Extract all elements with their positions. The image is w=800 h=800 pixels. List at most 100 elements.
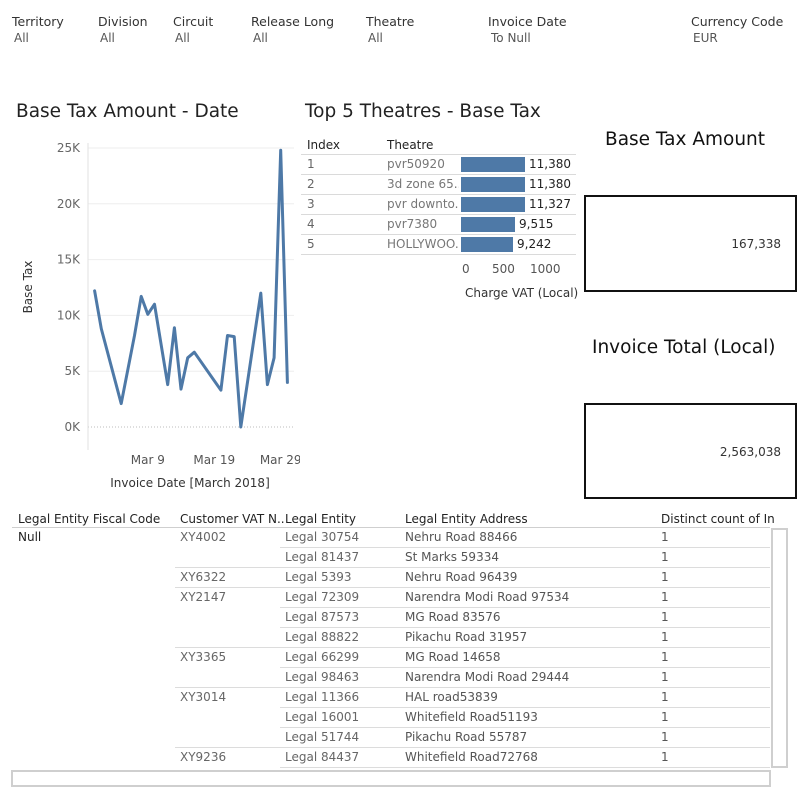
filter-invoice-date-value[interactable]: To Null: [491, 31, 531, 45]
top5-title: Top 5 Theatres - Base Tax: [305, 101, 541, 122]
table-header-rule: [12, 527, 770, 528]
top5-row[interactable]: 4 pvr7380 9,515: [301, 214, 576, 235]
table-row-divider: [175, 687, 770, 688]
kpi-base-tax-value: 167,338: [731, 237, 781, 251]
table-row-divider: [175, 647, 770, 648]
line-chart-x-axis-title: Invoice Date [March 2018]: [110, 476, 270, 490]
customer-vat-cell: XY2147: [180, 590, 227, 604]
top5-bottom-rule: [301, 254, 576, 255]
line-chart-y-tick-label: 5K: [64, 364, 81, 378]
col-header-legal-entity-address[interactable]: Legal Entity Address: [405, 512, 528, 526]
line-chart-x-ticks: Mar 9 Mar 19 Mar 29: [131, 453, 300, 467]
top5-row[interactable]: 1 pvr50920 11,380: [301, 154, 576, 175]
legal-entity-address-cell: Whitefield Road51193: [405, 710, 538, 724]
top5-axis-tick: 1000: [530, 262, 561, 276]
line-chart[interactable]: 0K 5K 10K 15K 20K 25K Mar 9 Mar 19 Mar 29 Base …: [0, 135, 300, 495]
filter-release-long-value[interactable]: All: [253, 31, 268, 45]
legal-entity-address-cell: St Marks 59334: [405, 550, 499, 564]
top5-bar[interactable]: [461, 197, 525, 212]
kpi-invoice-total-value: 2,563,038: [719, 445, 781, 459]
top5-bar-value: 11,327: [529, 197, 571, 211]
legal-entity-cell: Legal 51744: [285, 730, 360, 744]
distinct-count-cell: 1: [661, 750, 669, 764]
table-row-divider: [280, 667, 770, 668]
filter-release-long-label: Release Long: [251, 14, 335, 29]
filter-circuit-value[interactable]: All: [175, 31, 190, 45]
legal-entity-cell: Legal 88822: [285, 630, 360, 644]
filter-division-value[interactable]: All: [100, 31, 115, 45]
distinct-count-cell: 1: [661, 570, 669, 584]
top5-axis-title: Charge VAT (Local): [465, 286, 579, 300]
legal-entity-address-cell: Nehru Road 88466: [405, 530, 518, 544]
distinct-count-cell: 1: [661, 690, 669, 704]
distinct-count-cell: 1: [661, 630, 669, 644]
legal-entity-address-cell: MG Road 83576: [405, 610, 501, 624]
top5-row[interactable]: 3 pvr downto.. 11,327: [301, 194, 576, 215]
distinct-count-cell: 1: [661, 590, 669, 604]
legal-entity-cell: Legal 98463: [285, 670, 360, 684]
top5-row[interactable]: 5 HOLLYWOO.. 9,242: [301, 234, 576, 255]
legal-entity-cell: Legal 16001: [285, 710, 360, 724]
col-header-legal-entity[interactable]: Legal Entity: [285, 512, 356, 526]
legal-entity-address-cell: HAL road53839: [405, 690, 498, 704]
vertical-scrollbar[interactable]: [771, 528, 788, 768]
distinct-count-cell: 1: [661, 550, 669, 564]
top5-bar-value: 11,380: [529, 177, 571, 191]
legal-entity-address-cell: Nehru Road 96439: [405, 570, 518, 584]
legal-entity-cell: Legal 87573: [285, 610, 360, 624]
customer-vat-cell: XY6322: [180, 570, 227, 584]
horizontal-scrollbar[interactable]: [11, 770, 771, 787]
kpi-invoice-total-card[interactable]: 2,563,038: [584, 403, 797, 499]
top5-row-index: 1: [307, 157, 315, 171]
line-chart-series-line: [93, 148, 289, 429]
top5-row-theatre: pvr50920: [387, 157, 445, 171]
top5-bar[interactable]: [461, 217, 515, 232]
legal-entity-cell: Legal 5393: [285, 570, 352, 584]
top5-row[interactable]: 2 3d zone 65.. 11,380: [301, 174, 576, 195]
table-row-divider: [175, 567, 770, 568]
line-chart-y-tick-label: 10K: [57, 308, 81, 322]
customer-vat-cell: XY4002: [180, 530, 227, 544]
top5-row-index: 5: [307, 237, 315, 251]
filter-theatre-value[interactable]: All: [368, 31, 383, 45]
top5-bar[interactable]: [461, 177, 525, 192]
top5-bar[interactable]: [461, 157, 525, 172]
distinct-count-cell: 1: [661, 710, 669, 724]
col-header-distinct-count[interactable]: Distinct count of In: [661, 512, 775, 526]
col-header-customer-vat[interactable]: Customer VAT N..: [180, 512, 285, 526]
line-chart-x-tick-label: Mar 19: [193, 453, 235, 467]
top5-row-index: 3: [307, 197, 315, 211]
top5-axis-tick: 0: [462, 262, 470, 276]
top5-bar[interactable]: [461, 237, 513, 252]
col-header-fiscal-code[interactable]: Legal Entity Fiscal Code: [18, 512, 160, 526]
kpi-base-tax-title: Base Tax Amount: [605, 129, 766, 150]
line-chart-y-axis-title: Base Tax: [21, 261, 35, 314]
line-chart-y-tick-label: 25K: [57, 141, 81, 155]
filter-currency-code-value[interactable]: EUR: [693, 31, 718, 45]
top5-bar-value: 11,380: [529, 157, 571, 171]
top5-axis-tick: 500: [492, 262, 515, 276]
table-row-divider: [280, 767, 770, 768]
kpi-base-tax-card[interactable]: 167,338: [584, 195, 797, 292]
filter-division-label: Division: [98, 14, 148, 29]
table-row-divider: [280, 707, 770, 708]
customer-vat-cell: XY3365: [180, 650, 227, 664]
legal-entity-cell: Legal 30754: [285, 530, 360, 544]
legal-entity-cell: Legal 66299: [285, 650, 360, 664]
line-chart-gridlines: [88, 147, 294, 428]
top5-col-theatre: Theatre: [387, 138, 434, 152]
line-chart-y-tick-label: 15K: [57, 253, 81, 267]
fiscal-code-cell: Null: [18, 530, 42, 544]
distinct-count-cell: 1: [661, 730, 669, 744]
legal-entity-address-cell: Pikachu Road 31957: [405, 630, 528, 644]
top5-row-theatre: pvr7380: [387, 217, 438, 231]
customer-vat-cell: XY9236: [180, 750, 227, 764]
legal-entity-cell: Legal 81437: [285, 550, 360, 564]
top5-row-theatre: 3d zone 65..: [387, 177, 459, 191]
legal-entity-address-cell: Whitefield Road72768: [405, 750, 538, 764]
distinct-count-cell: 1: [661, 610, 669, 624]
table-row-divider: [280, 627, 770, 628]
filter-territory-value[interactable]: All: [14, 31, 29, 45]
legal-entity-address-cell: Narendra Modi Road 29444: [405, 670, 570, 684]
line-chart-title: Base Tax Amount - Date: [16, 101, 239, 122]
